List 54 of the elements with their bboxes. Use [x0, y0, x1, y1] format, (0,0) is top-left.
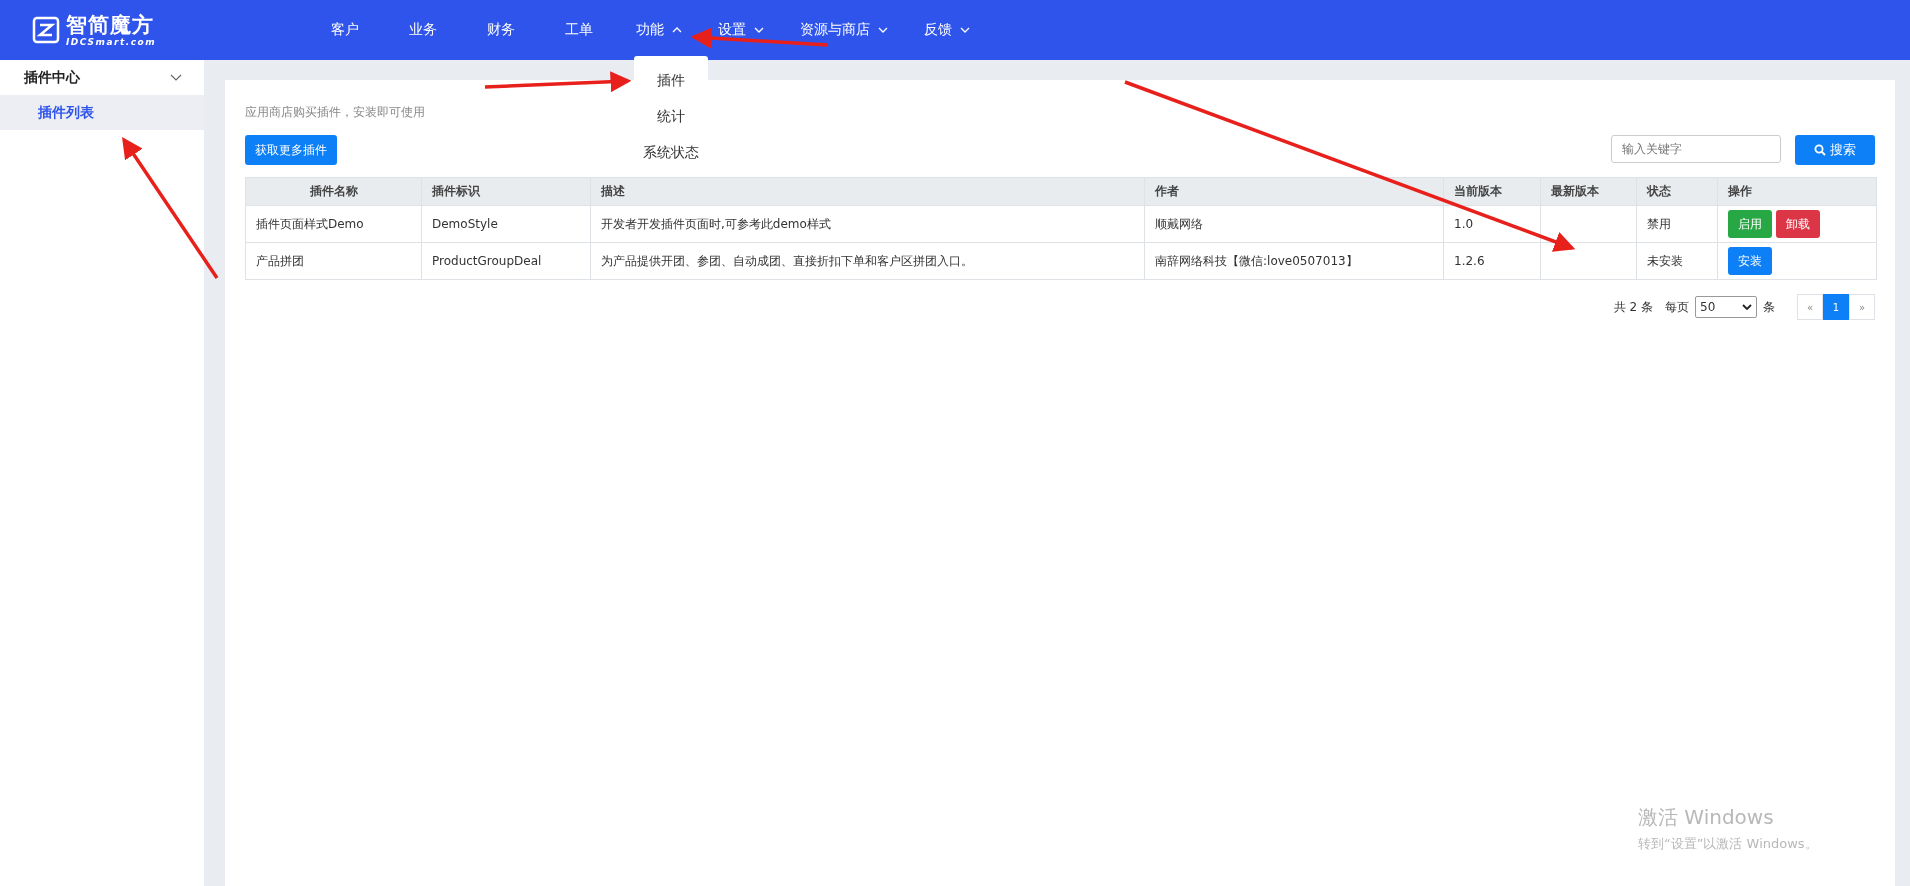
- action-button[interactable]: 启用: [1728, 210, 1772, 238]
- column-header: 插件名称: [245, 177, 422, 206]
- nav-menu-item[interactable]: 反馈: [906, 0, 988, 60]
- table-cell: 开发者开发插件页面时,可参考此demo样式: [590, 205, 1145, 243]
- sidebar-item[interactable]: 插件列表: [0, 95, 204, 130]
- sidebar-group-header[interactable]: 插件中心: [0, 60, 204, 95]
- action-button[interactable]: 安装: [1728, 247, 1772, 275]
- page-button[interactable]: 1: [1823, 294, 1849, 320]
- column-header: 当前版本: [1443, 177, 1541, 206]
- logo-icon: [32, 16, 60, 44]
- dropdown-menu-item[interactable]: 统计: [657, 98, 685, 134]
- total-count: 共 2 条: [1613, 298, 1653, 316]
- nav-menu-item[interactable]: 财务: [462, 0, 540, 60]
- next-page-button[interactable]: »: [1849, 294, 1875, 320]
- per-page-unit: 条: [1763, 298, 1775, 316]
- logo-subtitle: IDCSmart.com: [66, 37, 157, 47]
- column-header: 操作: [1717, 177, 1877, 206]
- per-page-select[interactable]: 50: [1695, 296, 1757, 318]
- table-cell: 为产品提供开团、参团、自动成团、直接折扣下单和客户区拼团入口。: [590, 242, 1145, 280]
- search-button[interactable]: 搜索: [1795, 135, 1875, 165]
- column-header: 描述: [590, 177, 1145, 206]
- table-cell: ProductGroupDeal: [421, 242, 591, 280]
- dropdown-menu-item[interactable]: 系统状态: [643, 134, 699, 170]
- table-cell: 1.2.6: [1443, 242, 1541, 280]
- nav-menu-item[interactable]: 客户: [306, 0, 384, 60]
- table-cell: DemoStyle: [421, 205, 591, 243]
- activation-notice-title: 激活 Windows: [1638, 804, 1775, 831]
- table-cell: 禁用: [1636, 205, 1718, 243]
- logo-name: 智简魔方: [66, 13, 155, 37]
- caret-icon: [1742, 304, 1752, 310]
- action-button[interactable]: 卸载: [1776, 210, 1820, 238]
- column-header: 作者: [1144, 177, 1444, 206]
- column-header: 最新版本: [1540, 177, 1637, 206]
- dropdown-menu-item[interactable]: 插件: [657, 62, 685, 98]
- table-cell: 南辞网络科技【微信:love0507013】: [1144, 242, 1444, 280]
- table-cell: 未安装: [1636, 242, 1718, 280]
- per-page-label: 每页: [1665, 298, 1689, 316]
- column-header: 状态: [1636, 177, 1718, 206]
- nav-menu-item[interactable]: 功能: [618, 0, 700, 60]
- table-cell: 顺戴网络: [1144, 205, 1444, 243]
- nav-menu-item[interactable]: 设置: [700, 0, 782, 60]
- activation-notice-text: 转到“设置”以激活 Windows。: [1638, 835, 1818, 853]
- column-header: 插件标识: [421, 177, 591, 206]
- get-more-plugins-button[interactable]: 获取更多插件: [245, 135, 337, 165]
- hint-text: 应用商店购买插件，安装即可使用: [245, 104, 425, 121]
- table-cell: 插件页面样式Demo: [245, 205, 422, 243]
- table-cell: 1.0: [1443, 205, 1541, 243]
- previous-page-button[interactable]: «: [1797, 294, 1823, 320]
- table-cell: 产品拼团: [245, 242, 422, 280]
- nav-menu-item[interactable]: 工单: [540, 0, 618, 60]
- search-field[interactable]: 输入关键字: [1611, 135, 1781, 163]
- nav-menu-item[interactable]: 业务: [384, 0, 462, 60]
- search-icon: [1814, 144, 1826, 156]
- nav-menu-item[interactable]: 资源与商店: [782, 0, 906, 60]
